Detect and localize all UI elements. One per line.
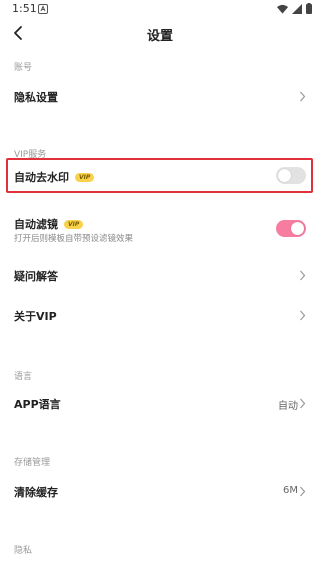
about-vip-label: 关于VIP xyxy=(14,310,57,323)
chevron-right-icon xyxy=(300,398,306,409)
app-language-value: 自动 xyxy=(278,401,298,412)
highlight-box xyxy=(6,158,313,193)
toggle-knob xyxy=(291,222,304,235)
clear-cache-label: 清除缓存 xyxy=(14,486,58,499)
status-time: 1:51 xyxy=(12,2,37,15)
vip-badge: VIP xyxy=(64,220,84,229)
cache-size-value: 6M xyxy=(283,485,298,496)
auto-filter-row: 自动滤镜 VIP 打开后则模板自带预设滤镜效果 xyxy=(0,206,320,252)
faq-row[interactable]: 疑问解答 xyxy=(0,258,320,292)
privacy-settings-label: 隐私设置 xyxy=(14,91,58,104)
auto-filter-toggle[interactable] xyxy=(276,220,306,237)
auto-filter-label-wrap: 自动滤镜 VIP xyxy=(14,216,84,232)
battery-icon xyxy=(306,3,312,14)
signal-icon xyxy=(292,3,302,14)
section-header-language: 语言 xyxy=(14,372,33,382)
app-language-row[interactable]: APP语言 自动 xyxy=(0,386,320,420)
faq-label: 疑问解答 xyxy=(14,270,58,283)
page-title: 设置 xyxy=(146,29,173,44)
system-icons xyxy=(277,3,312,14)
about-vip-row[interactable]: 关于VIP xyxy=(0,298,320,332)
app-language-label: APP语言 xyxy=(14,398,61,411)
section-header-account: 账号 xyxy=(14,63,33,73)
status-bar: 1:51 xyxy=(0,0,320,18)
privacy-settings-row[interactable]: 隐私设置 xyxy=(0,79,320,113)
auto-filter-description: 打开后则模板自带预设滤镜效果 xyxy=(14,234,134,244)
wifi-icon xyxy=(277,4,288,14)
nav-bar: 设置 xyxy=(0,18,320,48)
notification-app-icon xyxy=(38,4,48,14)
chevron-right-icon xyxy=(300,486,306,497)
section-header-privacy: 隐私 xyxy=(14,546,33,556)
auto-filter-label: 自动滤镜 xyxy=(14,218,58,231)
section-header-storage: 存储管理 xyxy=(14,458,51,468)
chevron-right-icon xyxy=(300,270,306,281)
chevron-right-icon xyxy=(300,310,306,321)
chevron-right-icon xyxy=(300,91,306,102)
clear-cache-row[interactable]: 清除缓存 6M xyxy=(0,474,320,508)
